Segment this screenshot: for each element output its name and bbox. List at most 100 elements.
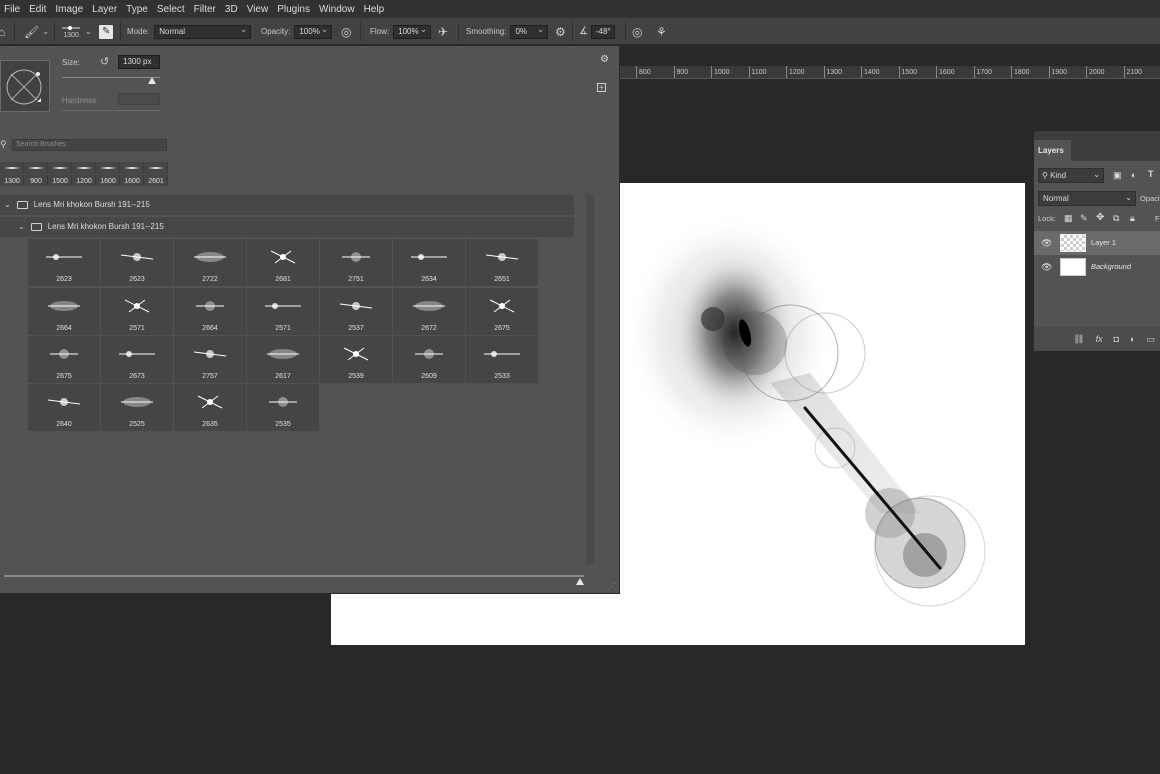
- recent-brush[interactable]: 2601: [144, 162, 168, 186]
- brush-preset[interactable]: 2757: [174, 336, 246, 383]
- brush-preset[interactable]: 2681: [247, 239, 319, 286]
- symmetry-butterfly-icon[interactable]: ⚘: [656, 18, 667, 45]
- brush-preset[interactable]: 2675: [28, 336, 100, 383]
- brush-tool-icon[interactable]: 🖌 ⌄: [24, 18, 49, 45]
- search-brushes-input[interactable]: Search Brushes: [12, 139, 167, 151]
- brush-preset[interactable]: 2640: [28, 384, 100, 431]
- size-slider-knob[interactable]: [148, 77, 156, 84]
- type-filter-icon[interactable]: T: [1148, 169, 1154, 179]
- menu-item-view[interactable]: View: [247, 4, 269, 15]
- brush-list-scrollbar[interactable]: [586, 194, 594, 565]
- recent-brush[interactable]: 1500: [48, 162, 72, 186]
- smoothing-settings-gear-icon[interactable]: ⚙: [555, 18, 566, 45]
- blend-mode-select[interactable]: Normal ⌄: [1038, 191, 1136, 206]
- menu-item-file[interactable]: File: [4, 4, 20, 15]
- flow-input[interactable]: 100%: [393, 23, 432, 39]
- brush-preset-size: 2609: [421, 373, 437, 380]
- brush-preset[interactable]: 2609: [393, 336, 465, 383]
- brush-preset[interactable]: 2672: [393, 288, 465, 335]
- menu-item-select[interactable]: Select: [157, 4, 185, 15]
- brush-preset[interactable]: 2533: [466, 336, 538, 383]
- home-icon[interactable]: ⌂: [0, 18, 5, 45]
- brush-preset[interactable]: 2722: [174, 239, 246, 286]
- hardness-slider-track[interactable]: [62, 110, 160, 111]
- preview-size-slider[interactable]: [4, 575, 584, 577]
- visibility-eye-icon[interactable]: 👁︎: [1041, 262, 1052, 273]
- recent-brush[interactable]: 900: [24, 162, 48, 186]
- recent-brush[interactable]: 1200: [72, 162, 96, 186]
- image-filter-icon[interactable]: ▣: [1113, 170, 1122, 181]
- brush-preset[interactable]: 2673: [101, 336, 173, 383]
- brush-preset[interactable]: 2623: [28, 239, 100, 286]
- brush-preset[interactable]: 2535: [247, 384, 319, 431]
- brush-preset[interactable]: 2651: [466, 239, 538, 286]
- brush-preset[interactable]: 2635: [174, 384, 246, 431]
- menu-item-plugins[interactable]: Plugins: [277, 4, 310, 15]
- lock-image-icon[interactable]: ✎: [1080, 213, 1088, 224]
- brush-preset[interactable]: 2571: [247, 288, 319, 335]
- brush-preset-picker[interactable]: 1300: [61, 18, 81, 45]
- layer-style-fx-icon[interactable]: fx: [1096, 334, 1103, 344]
- reset-size-icon[interactable]: ↺: [100, 55, 109, 68]
- menu-item-help[interactable]: Help: [364, 4, 385, 15]
- brush-stroke-thumb: [119, 351, 155, 357]
- adjustment-layer-icon[interactable]: ◐: [1130, 334, 1135, 344]
- layer-row-layer-1[interactable]: 👁︎ Layer 1: [1034, 231, 1160, 255]
- new-preset-icon[interactable]: +: [597, 83, 606, 92]
- brush-preset[interactable]: 2675: [466, 288, 538, 335]
- menu-item-image[interactable]: Image: [55, 4, 83, 15]
- brush-preset[interactable]: 2664: [174, 288, 246, 335]
- recent-brush[interactable]: 1600: [120, 162, 144, 186]
- lock-position-icon[interactable]: ✥: [1096, 212, 1104, 223]
- add-mask-icon[interactable]: ◘: [1114, 334, 1119, 344]
- brush-group-outer[interactable]: ⌄ Lens Mri khokon Bursh 191--215: [0, 195, 574, 215]
- brush-preset[interactable]: 2539: [320, 336, 392, 383]
- lock-artboard-icon[interactable]: ⧉: [1113, 213, 1119, 224]
- menu-item-layer[interactable]: Layer: [92, 4, 117, 15]
- layer-row-background[interactable]: 👁︎ Background: [1034, 255, 1160, 279]
- menu-item-window[interactable]: Window: [319, 4, 355, 15]
- brush-preset[interactable]: 2623: [101, 239, 173, 286]
- brush-group-inner[interactable]: ⌄ Lens Mri khokon Bursh 191--215: [0, 217, 574, 237]
- adjustment-filter-icon[interactable]: ◐: [1131, 170, 1136, 180]
- size-slider-track[interactable]: [62, 77, 160, 78]
- menu-item-type[interactable]: Type: [126, 4, 148, 15]
- menu-item-filter[interactable]: Filter: [194, 4, 216, 15]
- mode-select[interactable]: Normal: [154, 23, 252, 39]
- smoothing-input[interactable]: 0%: [510, 23, 549, 39]
- airbrush-icon[interactable]: ✈: [438, 18, 448, 45]
- recent-brush[interactable]: 1300: [0, 162, 24, 186]
- tab-layers[interactable]: Layers: [1034, 140, 1071, 161]
- brush-preset[interactable]: 2617: [247, 336, 319, 383]
- brush-preset[interactable]: 2537: [320, 288, 392, 335]
- chevron-down-icon[interactable]: ⌄: [4, 195, 11, 215]
- resize-grip-icon[interactable]: ⋰: [608, 582, 616, 591]
- new-group-folder-icon[interactable]: ▭: [1146, 334, 1155, 345]
- opacity-input[interactable]: 100%: [294, 23, 333, 39]
- layer-name[interactable]: Layer 1: [1091, 238, 1116, 247]
- layer-name[interactable]: Background: [1091, 262, 1131, 271]
- menu-item-3d[interactable]: 3D: [225, 4, 238, 15]
- visibility-eye-icon[interactable]: 👁︎: [1041, 238, 1052, 249]
- menu-item-edit[interactable]: Edit: [29, 4, 46, 15]
- recent-brush[interactable]: 1600: [96, 162, 120, 186]
- size-input[interactable]: 1300 px: [118, 55, 160, 69]
- brush-preset[interactable]: 2525: [101, 384, 173, 431]
- brush-preset[interactable]: 2634: [393, 239, 465, 286]
- lock-all-icon[interactable]: 🔒︎: [1130, 213, 1135, 224]
- brush-settings-toggle[interactable]: ✎: [99, 18, 113, 45]
- panel-settings-gear-icon[interactable]: ⚙: [600, 54, 609, 65]
- pressure-size-icon[interactable]: ◎: [632, 18, 642, 45]
- preview-size-knob[interactable]: [576, 578, 584, 585]
- brush-preset[interactable]: 2664: [28, 288, 100, 335]
- link-layers-icon[interactable]: ⛓︎: [1073, 334, 1084, 345]
- angle-input[interactable]: -48°: [590, 24, 615, 39]
- brush-preset[interactable]: 2751: [320, 239, 392, 286]
- pressure-opacity-icon[interactable]: ◎: [341, 18, 351, 45]
- layer-filter-select[interactable]: ⚲ Kind ⌄: [1038, 168, 1104, 183]
- brush-preset[interactable]: 2571: [101, 288, 173, 335]
- chevron-down-icon[interactable]: ⌄: [18, 217, 25, 237]
- lock-transparent-icon[interactable]: ▦: [1064, 213, 1073, 224]
- brush-preset-dropdown-icon[interactable]: ⌄: [85, 18, 92, 45]
- hardness-input[interactable]: [118, 93, 160, 105]
